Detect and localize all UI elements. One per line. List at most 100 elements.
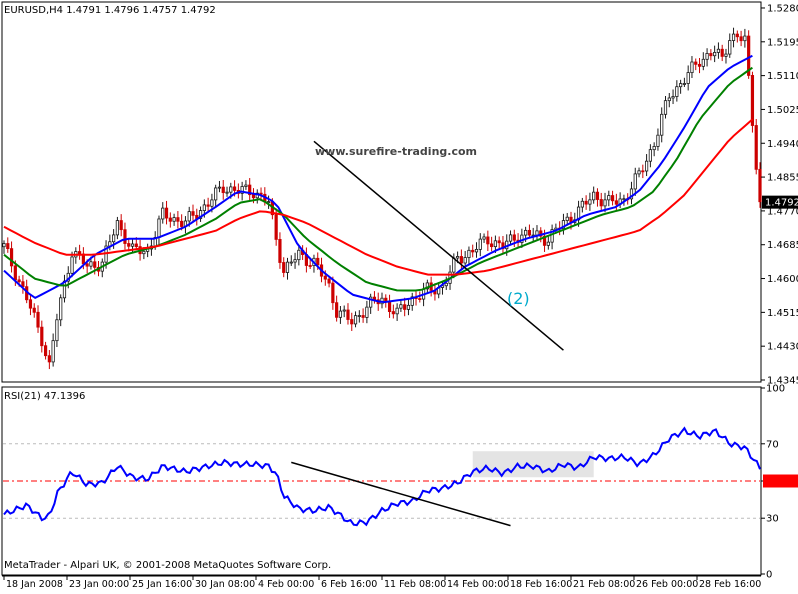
candle-body [217, 186, 222, 189]
candle-body [387, 300, 392, 312]
candle-body [652, 146, 656, 151]
price-y-tick-label: 1.4855 [767, 173, 798, 184]
candle-body [365, 306, 369, 318]
x-tick-label: 21 Feb 08:00 [573, 579, 635, 590]
candle-body [750, 75, 755, 126]
candle-body [701, 58, 705, 67]
candle-body [474, 248, 479, 253]
candle-body [588, 199, 592, 205]
candle-body [399, 304, 403, 309]
price-y-tick-label: 1.4685 [767, 240, 798, 251]
candle-body [115, 220, 119, 236]
candle-body [645, 160, 649, 172]
candle-body [637, 170, 641, 175]
candle-body [342, 309, 346, 312]
candle-body [663, 100, 668, 115]
candle-body [641, 170, 645, 173]
candle-body [85, 263, 89, 267]
candle-body [232, 186, 237, 191]
candle-body [187, 211, 191, 222]
price-y-tick-label: 1.4430 [767, 342, 798, 353]
x-tick-label: 14 Feb 00:00 [447, 579, 509, 590]
candle-body [478, 238, 482, 250]
candle-body [221, 186, 225, 194]
candle-body [697, 63, 702, 67]
candle-body [486, 236, 490, 245]
candle-body [32, 307, 36, 313]
candle-body [335, 302, 339, 318]
candle-body [353, 315, 358, 325]
candle-body [660, 113, 664, 136]
candle-body [584, 200, 588, 205]
candle-body [180, 220, 184, 227]
candle-body [289, 261, 293, 264]
candle-body [127, 243, 131, 247]
candle-body [244, 184, 248, 187]
candle-body [361, 315, 365, 318]
candle-body [297, 249, 301, 261]
candle-body [709, 53, 713, 57]
candle-body [168, 217, 172, 222]
rsi-title: RSI(21) 47.1396 [4, 391, 85, 402]
candle-body [202, 204, 206, 211]
candle-body [743, 35, 747, 42]
candle-body [648, 149, 652, 162]
candle-body [350, 319, 354, 325]
x-tick-label: 11 Feb 08:00 [384, 579, 446, 590]
candle-body [731, 33, 736, 41]
x-tick-label: 23 Jan 00:00 [69, 579, 129, 590]
candle-body [17, 279, 21, 283]
x-tick-label: 4 Feb 00:00 [258, 579, 314, 590]
candle-body [119, 220, 123, 231]
candle-body [40, 326, 44, 347]
candle-body [331, 282, 335, 304]
candle-body [316, 257, 320, 266]
x-tick-label: 6 Feb 16:00 [321, 579, 377, 590]
candle-body [282, 262, 286, 273]
candle-body [622, 198, 626, 201]
chart-svg: EURUSD,H4 1.4791 1.4796 1.4757 1.4792 ww… [0, 0, 798, 590]
candle-body [739, 36, 743, 42]
candle-body [130, 243, 135, 247]
candle-body [459, 256, 463, 264]
candle-body [391, 311, 395, 315]
candle-body [682, 83, 687, 85]
candle-body [206, 204, 210, 207]
candle-body [6, 243, 10, 250]
price-y-tick-label: 1.5195 [767, 37, 798, 48]
candle-body [323, 275, 327, 280]
candle-body [690, 61, 694, 74]
candle-body [614, 200, 618, 205]
candle-body [497, 240, 501, 244]
candle-body [112, 234, 116, 243]
candle-body [482, 236, 486, 240]
candle-body [610, 195, 615, 202]
candle-body [43, 345, 48, 357]
candle-body [580, 200, 584, 208]
candle-body [565, 216, 569, 221]
candle-body [493, 240, 498, 248]
candle-body [134, 243, 138, 248]
candle-body [679, 83, 683, 88]
price-y-tick-label: 1.4600 [767, 274, 798, 285]
candle-body [758, 168, 762, 203]
annotation-label: (2) [507, 289, 530, 308]
candle-body [123, 229, 127, 244]
candle-body [754, 125, 758, 170]
x-tick-label: 30 Jan 08:00 [195, 579, 255, 590]
candle-body [406, 304, 411, 310]
candle-body [656, 134, 660, 147]
candle-body [225, 191, 229, 194]
candle-body [535, 230, 539, 236]
candle-body [675, 86, 679, 97]
candle-body [603, 199, 607, 207]
rsi-y-tick-label: 70 [766, 439, 779, 450]
watermark: www.surefire-trading.com [315, 145, 477, 158]
candle-body [157, 218, 161, 238]
candle-body [524, 229, 528, 236]
candle-body [671, 96, 675, 99]
candle-body [444, 282, 448, 287]
candle-body [55, 319, 59, 342]
x-tick-label: 28 Feb 16:00 [699, 579, 761, 590]
candle-body [89, 261, 93, 267]
